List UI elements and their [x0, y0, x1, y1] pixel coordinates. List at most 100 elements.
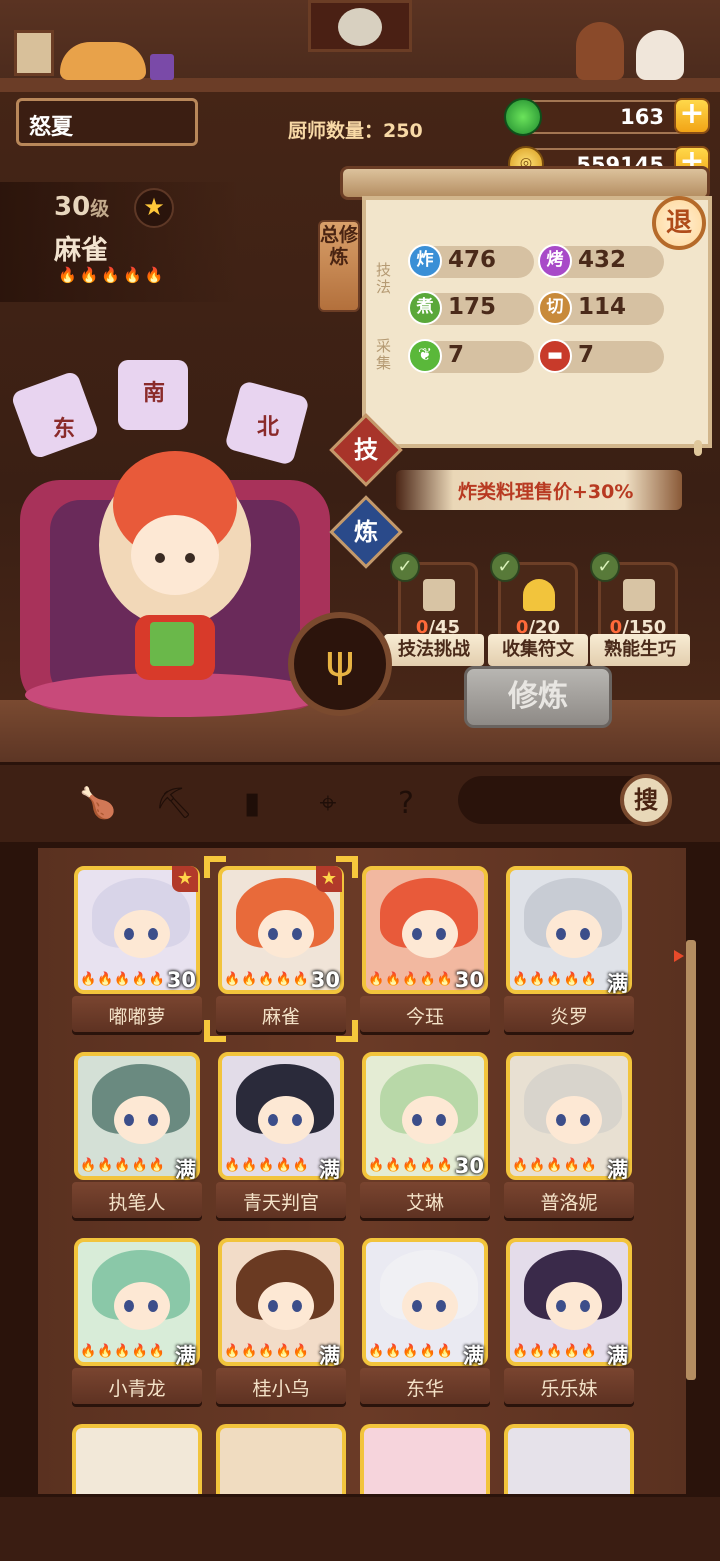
chef-eye [436, 1114, 446, 1126]
chef-card-name: 桂小乌 [252, 1378, 310, 1400]
selection-corner [204, 1020, 226, 1042]
chef-card-flames: 🔥🔥🔥🔥🔥 [224, 972, 310, 987]
chef-card-partial[interactable] [72, 1424, 202, 1496]
chef-face [546, 1282, 602, 1330]
panel-scrollbar[interactable] [694, 440, 702, 456]
ruler-marker-icon [674, 950, 684, 962]
chef-card-nameplate: 艾琳 [360, 1182, 490, 1218]
unknown-map-filter-icon[interactable]: ? [384, 782, 428, 826]
stat-meat-value: 7 [578, 342, 595, 368]
chef-card[interactable]: 🔥🔥🔥🔥🔥 满桂小乌 [216, 1238, 346, 1410]
chef-card[interactable]: 🔥🔥🔥🔥🔥 30 今珏 [360, 866, 490, 1038]
chef-card-nameplate: 执笔人 [72, 1182, 202, 1218]
chef-card-name: 麻雀 [261, 1006, 300, 1028]
jar-filter-icon[interactable]: ▮ [230, 782, 274, 826]
stat-roast-value: 432 [578, 247, 627, 273]
fry-icon: 炸 [408, 244, 442, 278]
train-button[interactable]: 修炼 [464, 666, 612, 728]
check-icon: ✓ [390, 552, 420, 582]
mahjong-tile-east: 东 [52, 417, 75, 442]
chef-face [402, 1096, 458, 1144]
bonus-banner: 炸类料理售价+30% [396, 470, 682, 510]
chef-card-name: 嘟嘟萝 [108, 1006, 166, 1028]
chef-eye [580, 1300, 590, 1312]
chef-face [258, 1282, 314, 1330]
task-collect-runes-label[interactable]: 收集符文 [488, 634, 588, 666]
chef-card-name: 东华 [405, 1378, 444, 1400]
chef-face [546, 1096, 602, 1144]
shovel-filter-icon[interactable]: ⛏ [152, 782, 196, 826]
chef-card[interactable]: 🔥🔥🔥🔥🔥 满乐乐妹 [504, 1238, 634, 1410]
chef-card-nameplate: 今珏 [360, 996, 490, 1032]
chef-card-level: 满 [607, 1158, 628, 1182]
fork-tool-icon[interactable]: ψ [288, 612, 392, 716]
chef-card-name: 执笔人 [108, 1192, 166, 1214]
chef-info-card [0, 182, 240, 302]
chef-card-level: 30 [310, 968, 340, 992]
favorite-star-button[interactable]: ★ [134, 188, 174, 228]
scroll-icon [623, 579, 655, 611]
mahjong-tile-south: 南 [142, 381, 165, 406]
chef-name: 麻雀 [54, 235, 108, 266]
stat-fry-value: 476 [448, 247, 497, 273]
selection-corner [336, 1020, 358, 1042]
chef-eye [556, 1300, 566, 1312]
chef-card[interactable]: 🔥🔥🔥🔥🔥 满炎罗 [504, 866, 634, 1038]
chef-eye [580, 928, 590, 940]
chef-eye [268, 928, 278, 940]
chef-card[interactable]: 🔥🔥🔥🔥🔥 满执笔人 [72, 1052, 202, 1224]
chef-face [546, 910, 602, 958]
search-button[interactable]: 搜 [620, 774, 672, 826]
chef-card-partial[interactable] [504, 1424, 634, 1496]
chef-card-name: 乐乐妹 [540, 1378, 598, 1400]
location-filter-icon[interactable]: ⌖ [306, 782, 350, 826]
chef-level: 30级 [54, 192, 109, 222]
chef-card-nameplate: 嘟嘟萝 [72, 996, 202, 1032]
shelf-board [0, 78, 720, 92]
chef-eye [148, 1114, 158, 1126]
chef-card[interactable]: 🔥🔥🔥🔥🔥 满东华 [360, 1238, 490, 1410]
cut-icon: 切 [538, 291, 572, 325]
chef-card[interactable]: 🔥🔥🔥🔥🔥 30 ★ 麻雀 [216, 866, 346, 1038]
chef-card[interactable]: 🔥🔥🔥🔥🔥 30 ★ 嘟嘟萝 [72, 866, 202, 1038]
chef-eye [124, 1114, 134, 1126]
chef-card-level: 30 [454, 1154, 484, 1178]
chef-eye [556, 1114, 566, 1126]
chef-card-flames: 🔥🔥🔥🔥🔥 [512, 1344, 598, 1359]
retreat-button[interactable]: 退 [652, 196, 706, 250]
gather-side-label: 采集 [376, 337, 392, 372]
task-practice-label[interactable]: 熟能生巧 [590, 634, 690, 666]
tab-train[interactable]: 炼 [340, 506, 392, 558]
chef-card[interactable]: 🔥🔥🔥🔥🔥 满小青龙 [72, 1238, 202, 1410]
chef-card-nameplate: 普洛妮 [504, 1182, 634, 1218]
chef-eye [556, 928, 566, 940]
scroll-ruler[interactable] [686, 940, 696, 1380]
chef-card[interactable]: 🔥🔥🔥🔥🔥 满普洛妮 [504, 1052, 634, 1224]
chef-card-level: 满 [175, 1158, 196, 1182]
chef-card-flames: 🔥🔥🔥🔥🔥 [80, 972, 166, 987]
player-name-box[interactable]: 怒夏 [16, 98, 198, 146]
meat-filter-icon[interactable]: 🍗 [76, 782, 120, 826]
bottom-bar [0, 1494, 720, 1561]
chef-card-nameplate: 桂小乌 [216, 1368, 346, 1404]
chef-card-flames: 🔥🔥🔥🔥🔥 [224, 1344, 310, 1359]
selection-corner [204, 856, 226, 878]
chef-card-flames: 🔥🔥🔥🔥🔥 [368, 972, 454, 987]
chef-card[interactable]: 🔥🔥🔥🔥🔥 满青天判官 [216, 1052, 346, 1224]
tab-skill[interactable]: 技 [340, 424, 392, 476]
chef-card-partial[interactable] [360, 1424, 490, 1496]
chef-card[interactable]: 🔥🔥🔥🔥🔥 30 艾琳 [360, 1052, 490, 1224]
cat-decoration [60, 42, 146, 80]
chef-card-name: 艾琳 [405, 1192, 444, 1214]
chef-card-partial[interactable] [216, 1424, 346, 1496]
chef-card-name: 普洛妮 [540, 1192, 598, 1214]
chef-face [258, 910, 314, 958]
chef-count: 厨师数量：250 [288, 120, 423, 142]
chef-eye [412, 928, 422, 940]
chef-eye [268, 1300, 278, 1312]
task-skill-challenge-label[interactable]: 技法挑战 [384, 634, 484, 666]
chef-card-nameplate: 青天判官 [216, 1182, 346, 1218]
jade-icon [504, 98, 542, 136]
add-jade-button[interactable]: + [674, 98, 710, 134]
chef-card-level: 满 [319, 1158, 340, 1182]
